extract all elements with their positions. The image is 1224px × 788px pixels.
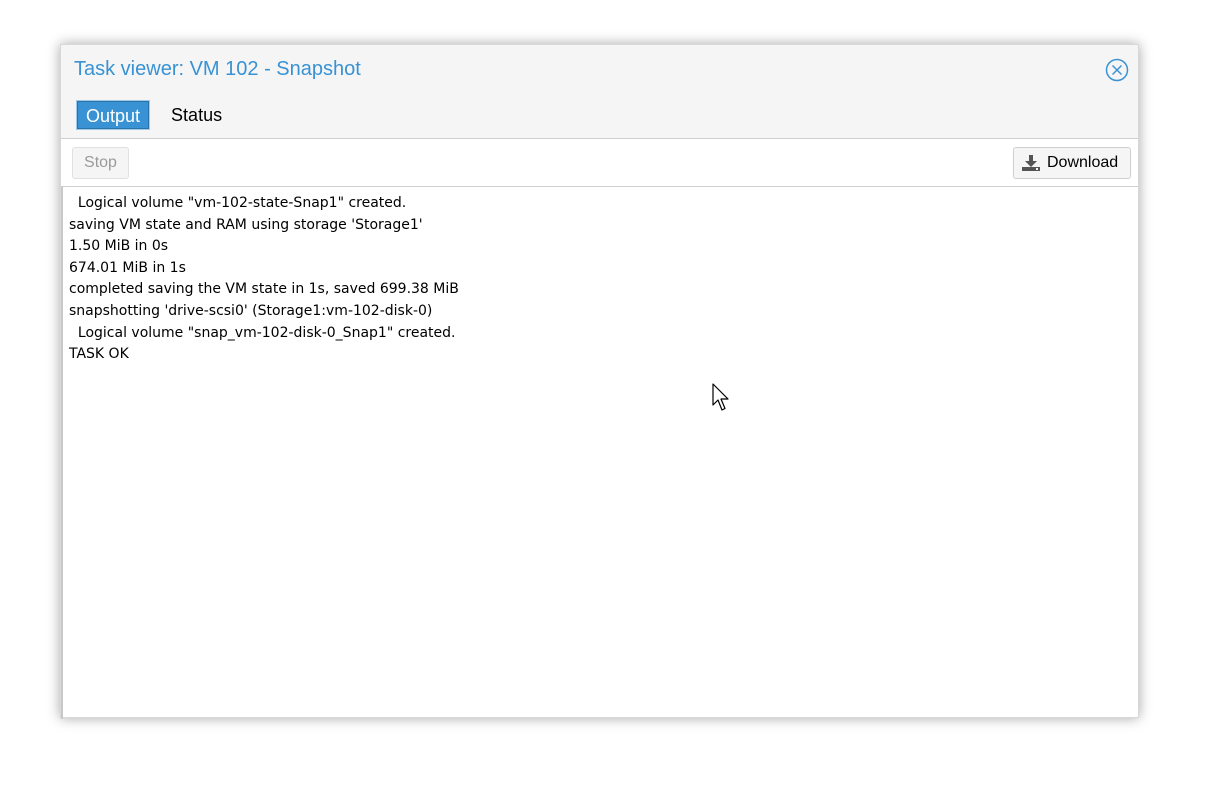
log-line: saving VM state and RAM using storage 'S… bbox=[69, 216, 423, 233]
download-button[interactable]: Download bbox=[1013, 147, 1131, 179]
log-line: Logical volume "snap_vm-102-disk-0_Snap1… bbox=[69, 324, 456, 341]
close-circle-icon bbox=[1105, 58, 1129, 82]
download-icon bbox=[1022, 155, 1040, 171]
download-label: Download bbox=[1047, 154, 1119, 171]
task-output-log: Logical volume "vm-102-state-Snap1" crea… bbox=[69, 193, 1129, 713]
tab-output[interactable]: Output bbox=[77, 101, 150, 129]
tab-bar: Output Status bbox=[76, 100, 230, 132]
log-line: 674.01 MiB in 1s bbox=[69, 259, 186, 276]
toolbar: Stop Download bbox=[61, 139, 1138, 187]
panel-divider bbox=[61, 187, 63, 719]
log-line: TASK OK bbox=[69, 346, 129, 363]
close-button[interactable] bbox=[1105, 58, 1129, 82]
task-viewer-window: Task viewer: VM 102 - Snapshot Output Sta… bbox=[60, 44, 1139, 719]
log-line: Logical volume "vm-102-state-Snap1" crea… bbox=[69, 195, 407, 211]
window-title: Task viewer: VM 102 - Snapshot bbox=[74, 58, 361, 80]
tab-status[interactable]: Status bbox=[163, 101, 230, 129]
stop-button[interactable]: Stop bbox=[72, 147, 129, 179]
log-line: completed saving the VM state in 1s, sav… bbox=[69, 281, 459, 298]
log-line: 1.50 MiB in 0s bbox=[69, 238, 169, 255]
log-line: snapshotting 'drive-scsi0' (Storage1:vm-… bbox=[69, 302, 433, 319]
mouse-pointer-icon bbox=[712, 383, 729, 411]
window-header: Task viewer: VM 102 - Snapshot Output Sta… bbox=[61, 45, 1138, 139]
